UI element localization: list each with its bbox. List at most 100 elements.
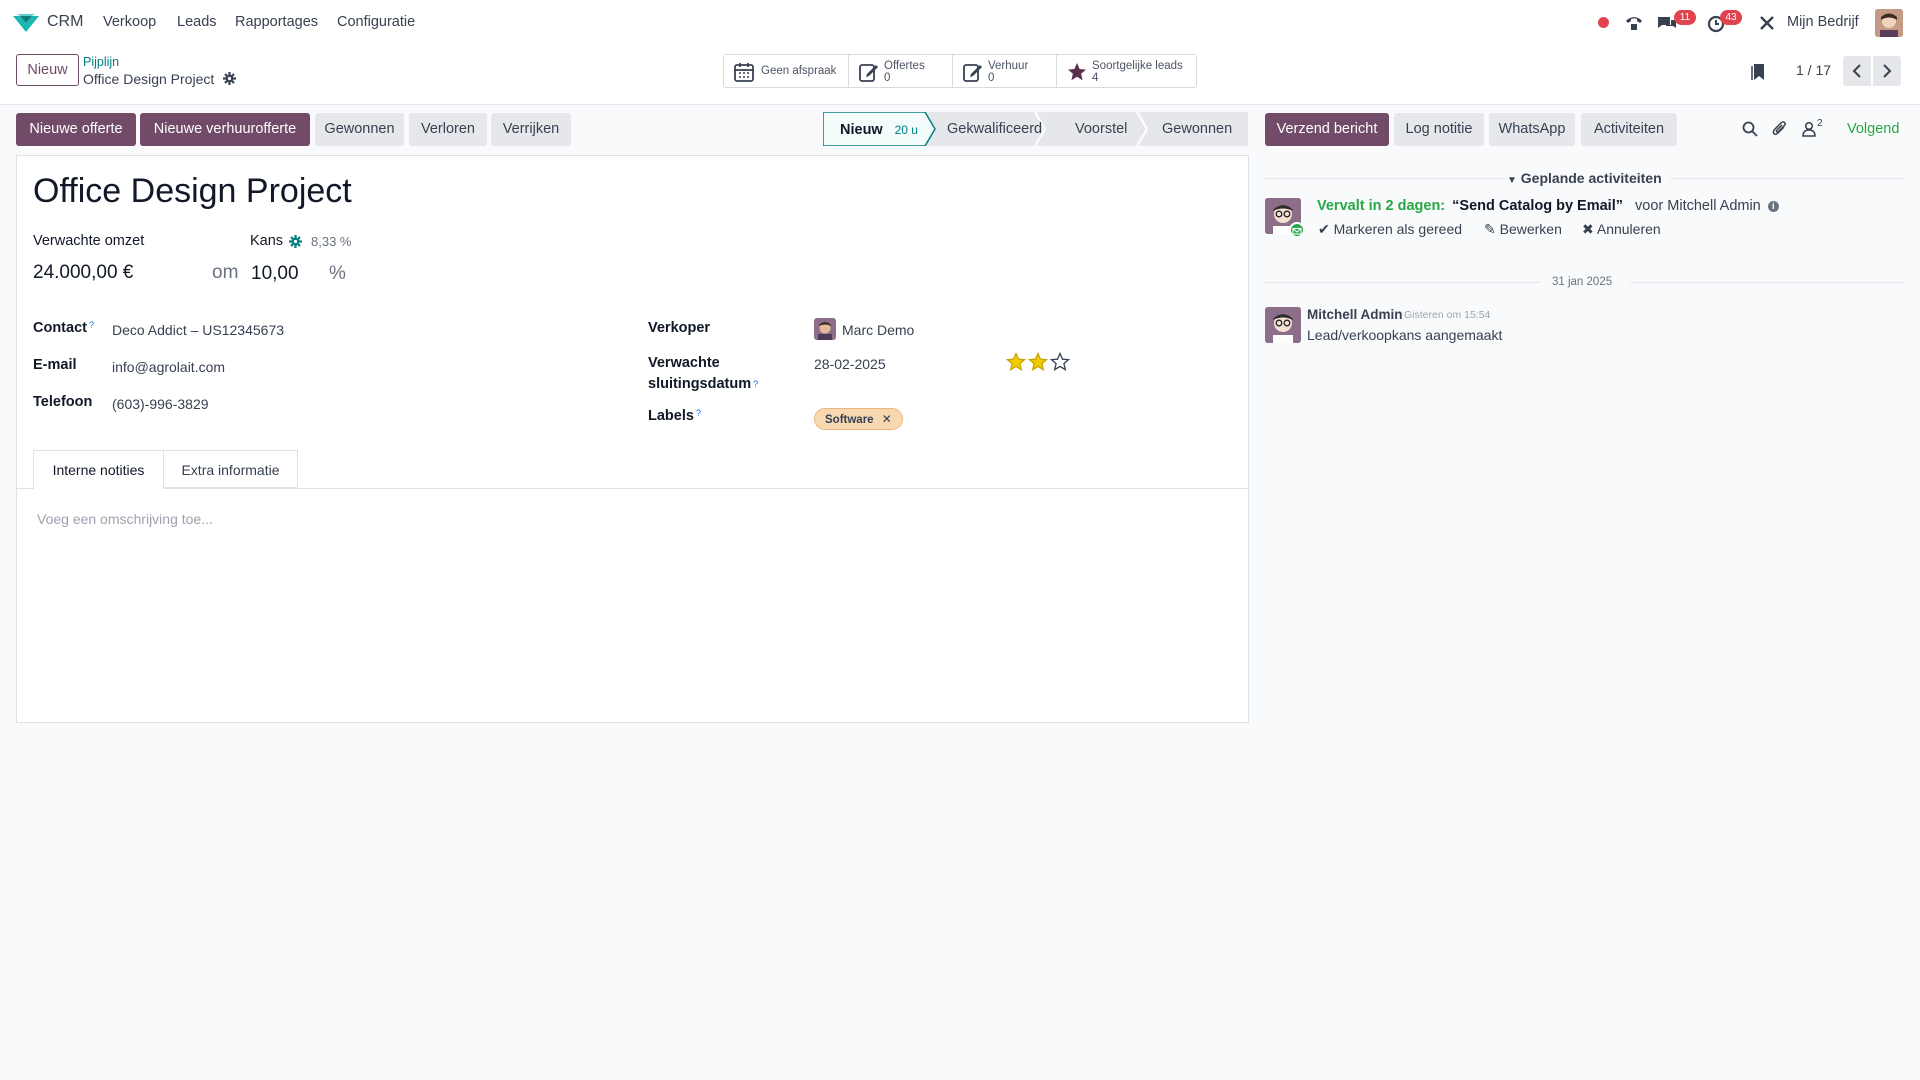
automated-probability-gear-icon[interactable] [289, 235, 302, 248]
planned-activities-title: Geplande activiteiten [1520, 170, 1662, 186]
breadcrumb-pipeline-link[interactable]: Pijplijn [83, 55, 119, 69]
star-filled-icon[interactable] [1005, 351, 1027, 372]
phone-value[interactable]: (603)-996-3829 [112, 396, 209, 412]
notes-editor[interactable]: Voeg een omschrijving toe... [37, 511, 213, 527]
mark-done-label: Markeren als gereed [1333, 221, 1463, 237]
app-name[interactable]: CRM [47, 13, 83, 31]
similar-leads-smart-button[interactable]: Soortgelijke leads 4 [1057, 55, 1196, 87]
probability-input[interactable]: 10,00 [251, 263, 299, 285]
help-icon[interactable]: ? [89, 320, 94, 330]
menu-configuratie[interactable]: Configuratie [337, 14, 415, 30]
planned-divider-right [1670, 178, 1904, 179]
stage-new-label: Nieuw [840, 122, 883, 138]
user-avatar[interactable] [1875, 9, 1903, 37]
help-icon[interactable]: ? [696, 408, 701, 418]
pager-previous-button[interactable] [1843, 56, 1871, 86]
tag-software-label: Software [825, 414, 874, 426]
at-label: om [212, 262, 239, 283]
salesperson-label: Verkoper [648, 320, 711, 336]
tags-label: Labels? [648, 408, 701, 424]
date-divider-left [1265, 282, 1540, 283]
cancel-activity-link[interactable]: ✖ Annuleren [1582, 221, 1661, 238]
company-switcher[interactable]: Mijn Bedrijf [1787, 14, 1859, 30]
crm-logo-icon[interactable] [13, 14, 39, 32]
activity-line: Vervalt in 2 dagen: “Send Catalog by Ema… [1317, 198, 1779, 214]
tag-software[interactable]: Software ✕ [814, 408, 903, 430]
info-icon[interactable]: i [1767, 200, 1779, 212]
send-message-button[interactable]: Verzend bericht [1265, 113, 1389, 146]
phone-label: Telefoon [33, 394, 93, 410]
activity-email-type-icon [1289, 222, 1305, 238]
planned-divider-left [1265, 178, 1505, 179]
record-settings-gear-icon[interactable] [223, 72, 236, 85]
menu-verkoop[interactable]: Verkoop [103, 14, 156, 30]
message-avatar [1265, 307, 1301, 343]
expected-revenue-value[interactable]: 24.000,00 € [33, 262, 133, 284]
similar-leads-label: Soortgelijke leads [1092, 60, 1183, 72]
new-rental-quotation-button[interactable]: Nieuwe verhuurofferte [140, 113, 310, 146]
mark-won-button[interactable]: Gewonnen [315, 113, 404, 146]
messages-badge: 11 [1674, 10, 1696, 25]
followers-icon[interactable] [1802, 121, 1816, 137]
star-filled-icon[interactable] [1027, 351, 1049, 372]
activities-button[interactable]: Activiteiten [1581, 113, 1677, 146]
message-author[interactable]: Mitchell Admin [1307, 307, 1403, 322]
tab-extra-information[interactable]: Extra informatie [164, 450, 298, 488]
stage-won[interactable]: Gewonnen [1162, 112, 1232, 146]
activities-badge: 43 [1720, 10, 1742, 25]
follow-toggle[interactable]: Volgend [1847, 121, 1899, 137]
tab-internal-notes[interactable]: Interne notities [33, 450, 164, 489]
help-icon[interactable]: ? [753, 379, 758, 389]
edit-document-icon [859, 64, 878, 82]
star-icon [1068, 63, 1086, 81]
similar-leads-count: 4 [1092, 72, 1099, 84]
check-icon: ✔ [1318, 221, 1330, 237]
tag-remove-icon[interactable]: ✕ [882, 412, 892, 426]
priority-widget[interactable] [1005, 351, 1072, 372]
activity-summary: “Send Catalog by Email” [1452, 198, 1623, 214]
quotations-smart-button[interactable]: Offertes 0 [849, 55, 953, 87]
close-icon: ✖ [1582, 221, 1594, 237]
meeting-smart-button[interactable]: Geen afspraak [724, 55, 849, 87]
planned-activities-toggle[interactable]: ▼ Geplande activiteiten [1507, 170, 1662, 186]
enrich-button[interactable]: Verrijken [491, 113, 571, 146]
new-quotation-button[interactable]: Nieuwe offerte [16, 113, 136, 146]
stage-qualified[interactable]: Gekwalificeerd [947, 112, 1042, 146]
closing-date-value[interactable]: 28-02-2025 [814, 356, 886, 372]
bookmark-icon[interactable] [1751, 63, 1767, 81]
rental-count: 0 [988, 72, 995, 84]
contact-value[interactable]: Deco Addict – US12345673 [112, 322, 284, 338]
new-record-button[interactable]: Nieuw [16, 54, 79, 86]
search-icon[interactable] [1742, 121, 1758, 137]
chevron-left-icon [1852, 64, 1861, 78]
edit-activity-link[interactable]: ✎ Bewerken [1484, 221, 1562, 238]
stage-proposition[interactable]: Voorstel [1075, 112, 1127, 146]
menu-rapportages[interactable]: Rapportages [235, 14, 318, 30]
whatsapp-button[interactable]: WhatsApp [1489, 113, 1575, 146]
closing-label-line2: sluitingsdatum [648, 376, 752, 392]
pager-value[interactable]: 1 / 17 [1796, 62, 1831, 78]
activity-due: Vervalt in 2 dagen: [1317, 198, 1446, 214]
followers-count: 2 [1817, 118, 1823, 129]
salesperson-value[interactable]: Marc Demo [842, 322, 914, 338]
smart-buttons: Geen afspraak Offertes 0 Verhuur 0 Soort… [723, 54, 1197, 88]
recording-dot-icon[interactable] [1598, 17, 1609, 28]
paperclip-icon[interactable] [1772, 120, 1788, 138]
stage-new-duration: 20 u [894, 123, 918, 137]
mark-done-link[interactable]: ✔ Markeren als gereed [1318, 221, 1462, 238]
log-note-button[interactable]: Log notitie [1394, 113, 1484, 146]
pager-next-button[interactable] [1873, 56, 1901, 86]
star-empty-icon[interactable] [1049, 351, 1071, 372]
menu-leads[interactable]: Leads [177, 14, 217, 30]
stage-new[interactable]: Nieuw 20 u [840, 112, 918, 146]
phone-icon[interactable] [1623, 12, 1645, 34]
rental-label: Verhuur [988, 60, 1029, 72]
stage-statusbar: Nieuw 20 u Gekwalificeerd Voorstel Gewon… [823, 112, 1248, 146]
mark-lost-button[interactable]: Verloren [409, 113, 487, 146]
lead-title[interactable]: Office Design Project [33, 172, 352, 211]
rental-smart-button[interactable]: Verhuur 0 [953, 55, 1057, 87]
closing-label-line1: Verwachte [648, 355, 720, 371]
email-value[interactable]: info@agrolait.com [112, 359, 225, 375]
tools-icon[interactable] [1756, 12, 1778, 34]
cancel-label: Annuleren [1596, 221, 1661, 237]
